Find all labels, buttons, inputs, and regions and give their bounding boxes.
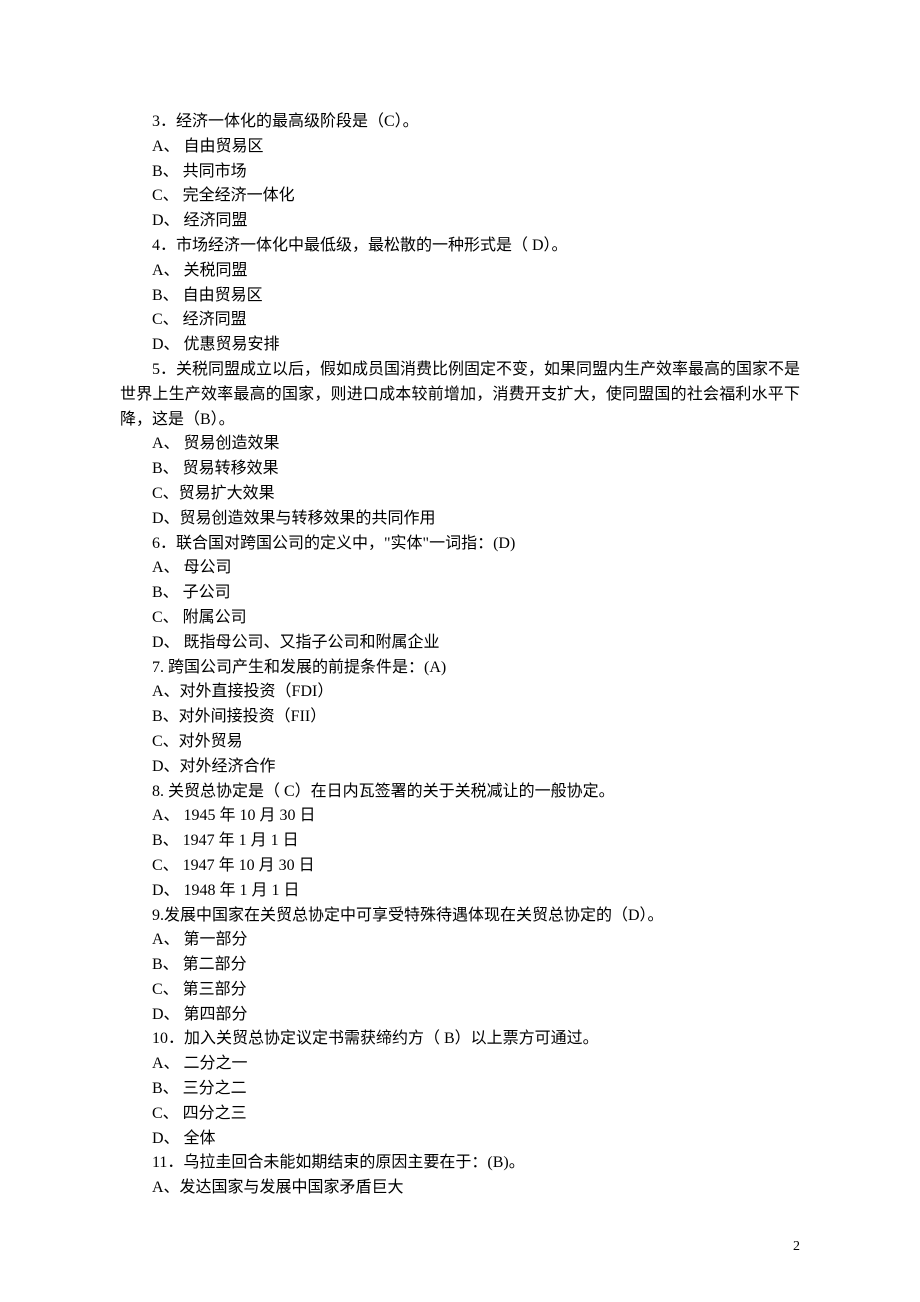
- option-text: D、 全体: [152, 1130, 216, 1147]
- question-option: C、贸易扩大效果: [120, 482, 800, 507]
- option-text: D、贸易创造效果与转移效果的共同作用: [152, 510, 436, 527]
- question-option: A、 1945 年 10 月 30 日: [120, 804, 800, 829]
- option-text: B、 1947 年 1 月 1 日: [152, 832, 299, 849]
- question-option: A、 二分之一: [120, 1052, 800, 1077]
- page-content: 3．经济一体化的最高级阶段是（C）。 A、 自由贸易区 B、 共同市场 C、 完全经济…: [120, 110, 800, 1201]
- question-option: B、 子公司: [120, 581, 800, 606]
- question-stem: 11．乌拉圭回合未能如期结束的原因主要在于：(B)。: [120, 1151, 800, 1176]
- option-text: C、 经济同盟: [152, 311, 247, 328]
- question-text: 6．联合国对跨国公司的定义中，"实体"一词指：(D): [152, 535, 515, 552]
- question-option: D、 既指母公司、又指子公司和附属企业: [120, 631, 800, 656]
- option-text: A、 母公司: [152, 559, 232, 576]
- option-text: C、 附属公司: [152, 609, 247, 626]
- question-option: A、 关税同盟: [120, 259, 800, 284]
- question-option: C、 经济同盟: [120, 308, 800, 333]
- question-text: 4．市场经济一体化中最低级，最松散的一种形式是（ D）。: [152, 237, 568, 254]
- question-option: A、 自由贸易区: [120, 135, 800, 160]
- option-text: C、 四分之三: [152, 1105, 247, 1122]
- option-text: B、 子公司: [152, 584, 231, 601]
- page-number: 2: [793, 1236, 800, 1258]
- option-text: C、 1947 年 10 月 30 日: [152, 857, 315, 874]
- question-option: C、对外贸易: [120, 730, 800, 755]
- question-option: B、 三分之二: [120, 1077, 800, 1102]
- question-option: B、 1947 年 1 月 1 日: [120, 829, 800, 854]
- question-stem: 9.发展中国家在关贸总协定中可享受特殊待遇体现在关贸总协定的（D）。: [120, 904, 800, 929]
- question-option: C、 完全经济一体化: [120, 184, 800, 209]
- option-text: D、 优惠贸易安排: [152, 336, 280, 353]
- option-text: A、 第一部分: [152, 931, 248, 948]
- question-stem: 3．经济一体化的最高级阶段是（C）。: [120, 110, 800, 135]
- option-text: B、 贸易转移效果: [152, 460, 279, 477]
- question-option: A、 母公司: [120, 556, 800, 581]
- question-text: 11．乌拉圭回合未能如期结束的原因主要在于：(B)。: [152, 1154, 525, 1171]
- document-page: 3．经济一体化的最高级阶段是（C）。 A、 自由贸易区 B、 共同市场 C、 完全经济…: [0, 0, 920, 1302]
- question-option: A、发达国家与发展中国家矛盾巨大: [120, 1176, 800, 1201]
- option-text: B、 三分之二: [152, 1080, 247, 1097]
- question-option: D、 全体: [120, 1127, 800, 1152]
- question-option: C、 附属公司: [120, 606, 800, 631]
- option-text: A、 关税同盟: [152, 262, 248, 279]
- question-stem: 4．市场经济一体化中最低级，最松散的一种形式是（ D）。: [120, 234, 800, 259]
- question-text: 8. 关贸总协定是（ C）在日内瓦签署的关于关税减让的一般协定。: [152, 783, 615, 800]
- option-text: B、 自由贸易区: [152, 287, 263, 304]
- question-option: B、 自由贸易区: [120, 284, 800, 309]
- option-text: A、 1945 年 10 月 30 日: [152, 807, 316, 824]
- option-text: D、对外经济合作: [152, 758, 276, 775]
- question-option: D、贸易创造效果与转移效果的共同作用: [120, 507, 800, 532]
- question-stem: 5．关税同盟成立以后，假如成员国消费比例固定不变，如果同盟内生产效率最高的国家不…: [120, 358, 800, 432]
- question-option: A、 贸易创造效果: [120, 432, 800, 457]
- question-option: D、 1948 年 1 月 1 日: [120, 879, 800, 904]
- question-option: C、 四分之三: [120, 1102, 800, 1127]
- option-text: C、对外贸易: [152, 733, 243, 750]
- option-text: C、 第三部分: [152, 981, 247, 998]
- question-option: A、对外直接投资（FDI）: [120, 680, 800, 705]
- option-text: A、 二分之一: [152, 1055, 248, 1072]
- question-option: A、 第一部分: [120, 928, 800, 953]
- question-option: D、 经济同盟: [120, 209, 800, 234]
- option-text: D、 经济同盟: [152, 212, 248, 229]
- option-text: A、 贸易创造效果: [152, 435, 280, 452]
- question-option: C、 1947 年 10 月 30 日: [120, 854, 800, 879]
- option-text: D、 1948 年 1 月 1 日: [152, 882, 300, 899]
- option-text: B、 第二部分: [152, 956, 247, 973]
- question-option: D、对外经济合作: [120, 755, 800, 780]
- question-stem: 8. 关贸总协定是（ C）在日内瓦签署的关于关税减让的一般协定。: [120, 780, 800, 805]
- question-option: B、对外间接投资（FII）: [120, 705, 800, 730]
- option-text: C、贸易扩大效果: [152, 485, 275, 502]
- question-text: 10．加入关贸总协定议定书需获缔约方（ B）以上票方可通过。: [152, 1030, 599, 1047]
- question-option: B、 贸易转移效果: [120, 457, 800, 482]
- question-text: 9.发展中国家在关贸总协定中可享受特殊待遇体现在关贸总协定的（D）。: [152, 907, 664, 924]
- question-text: 7. 跨国公司产生和发展的前提条件是：(A): [152, 659, 446, 676]
- option-text: D、 既指母公司、又指子公司和附属企业: [152, 634, 440, 651]
- question-option: B、 共同市场: [120, 160, 800, 185]
- question-stem: 7. 跨国公司产生和发展的前提条件是：(A): [120, 656, 800, 681]
- option-text: B、对外间接投资（FII）: [152, 708, 326, 725]
- option-text: D、 第四部分: [152, 1006, 248, 1023]
- question-stem: 6．联合国对跨国公司的定义中，"实体"一词指：(D): [120, 532, 800, 557]
- question-text: 5．关税同盟成立以后，假如成员国消费比例固定不变，如果同盟内生产效率最高的国家不…: [120, 361, 800, 428]
- question-stem: 10．加入关贸总协定议定书需获缔约方（ B）以上票方可通过。: [120, 1027, 800, 1052]
- option-text: B、 共同市场: [152, 163, 247, 180]
- option-text: C、 完全经济一体化: [152, 187, 295, 204]
- question-option: B、 第二部分: [120, 953, 800, 978]
- option-text: A、 自由贸易区: [152, 138, 264, 155]
- question-option: D、 优惠贸易安排: [120, 333, 800, 358]
- question-option: D、 第四部分: [120, 1003, 800, 1028]
- option-text: A、对外直接投资（FDI）: [152, 683, 333, 700]
- question-option: C、 第三部分: [120, 978, 800, 1003]
- question-text: 3．经济一体化的最高级阶段是（C）。: [152, 113, 419, 130]
- option-text: A、发达国家与发展中国家矛盾巨大: [152, 1179, 404, 1196]
